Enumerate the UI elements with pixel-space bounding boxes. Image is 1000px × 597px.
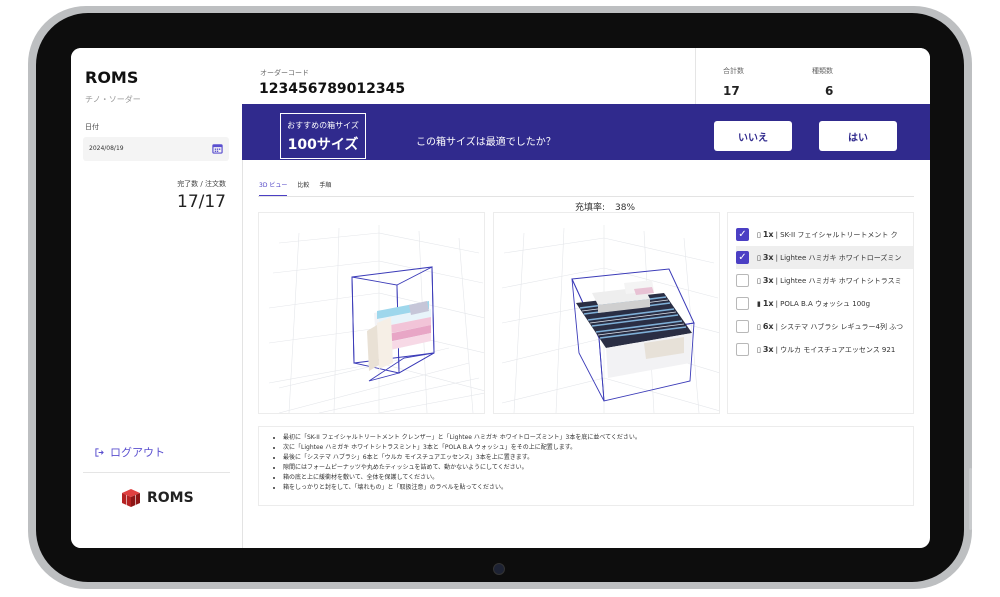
instruction-step: 箱の底と上に緩衝材を敷いて、全体を保護してください。: [283, 473, 903, 483]
feedback-question: この箱サイズは最適でしたか？: [416, 137, 556, 148]
kinds-value: 6: [825, 84, 834, 98]
footer-brand-label: ROMS: [147, 490, 194, 506]
instruction-step: 箱をしっかりと封をして、「壊れもの」と「取扱注意」のラベルを貼ってください。: [283, 483, 903, 493]
no-button[interactable]: いいえ: [714, 121, 792, 151]
item-checkbox[interactable]: [736, 343, 749, 356]
item-name: | SK-II フェイシャルトリートメント ク: [775, 230, 898, 239]
item-name: | Lightee ハミガキ ホワイトシトラスミ: [775, 276, 902, 285]
sidebar: ROMS チノ・ソーダー 日付 2024/08/19 完了数 / 注文数 17/…: [71, 48, 243, 548]
app-subtitle: チノ・ソーダー: [85, 95, 141, 104]
3d-view-panel-after[interactable]: [493, 212, 720, 414]
item-name: | ウルカ モイスチュアエッセンス 921: [775, 345, 896, 354]
item-qty: 3x: [762, 276, 774, 285]
list-item[interactable]: ✓ ▯ 1x | SK-II フェイシャルトリートメント ク: [736, 223, 913, 246]
side-button: [969, 468, 972, 530]
tab-steps[interactable]: 手順: [319, 180, 331, 196]
item-checkbox[interactable]: [736, 274, 749, 287]
item-checkbox[interactable]: [736, 320, 749, 333]
instruction-step: 最後に「システマ ハブラシ」6本と「ウルカ モイスチュアエッセンス」3本を上に置…: [283, 453, 903, 463]
completed-label: 完了数 / 注文数: [177, 180, 226, 188]
sidebar-divider: [83, 472, 230, 473]
order-code-label: オーダーコード: [260, 69, 309, 77]
item-name: | システマ ハブラシ レギュラー4列 ふつ: [775, 322, 904, 331]
3d-view-panel-before[interactable]: [258, 212, 485, 414]
item-qty: 1x: [762, 230, 774, 239]
kinds-label: 種類数: [812, 67, 833, 75]
item-marker: ▯: [757, 276, 761, 285]
item-checkbox[interactable]: ✓: [736, 228, 749, 241]
3d-box-view-before[interactable]: [259, 213, 485, 414]
tab-compare[interactable]: 比較: [297, 180, 309, 196]
item-marker: ▯: [757, 322, 761, 331]
recommended-box-size: おすすめの箱サイズ 100サイズ: [280, 113, 366, 159]
total-value: 17: [723, 84, 740, 98]
list-item[interactable]: ▯ 6x | システマ ハブラシ レギュラー4列 ふつ: [736, 315, 913, 338]
list-item[interactable]: ▮ 1x | POLA B.A ウォッシュ 100g: [736, 292, 913, 315]
yes-button[interactable]: はい: [819, 121, 897, 151]
tabs-divider: [258, 196, 914, 197]
item-name: | POLA B.A ウォッシュ 100g: [775, 299, 871, 308]
instruction-step: 最初に「SK-II フェイシャルトリートメント クレンザー」と「Lightee …: [283, 433, 903, 443]
3d-box-view-after[interactable]: [494, 213, 720, 414]
box-logo-icon: [122, 489, 140, 507]
instruction-step: 隙間にはフォームピーナッツや丸めたティッシュを詰めて、動かないようにしてください…: [283, 463, 903, 473]
item-marker: ▯: [757, 345, 761, 354]
item-qty: 3x: [762, 345, 774, 354]
app-screen: ROMS チノ・ソーダー 日付 2024/08/19 完了数 / 注文数 17/…: [71, 48, 930, 548]
list-item[interactable]: ▯ 3x | ウルカ モイスチュアエッセンス 921: [736, 338, 913, 361]
list-item[interactable]: ✓ ▯ 3x | Lightee ハミガキ ホワイトローズミン: [736, 246, 913, 269]
recommend-label: おすすめの箱サイズ: [287, 121, 359, 130]
camera-icon: [493, 563, 505, 575]
item-qty: 6x: [762, 322, 774, 331]
list-item[interactable]: ▯ 3x | Lightee ハミガキ ホワイトシトラスミ: [736, 269, 913, 292]
app-title: ROMS: [85, 68, 139, 87]
item-qty: 1x: [762, 299, 774, 308]
item-marker: ▯: [757, 253, 761, 262]
logout-icon: [95, 447, 104, 457]
calendar-icon[interactable]: [212, 143, 223, 154]
view-tabs: 3D ビュー 比較 手順: [259, 180, 331, 196]
order-header: オーダーコード 123456789012345 合計数 17 種類数 6: [242, 48, 930, 104]
logout-label: ログアウト: [110, 446, 165, 459]
item-checkbox[interactable]: ✓: [736, 251, 749, 264]
header-divider: [695, 48, 696, 104]
item-checkbox[interactable]: [736, 297, 749, 310]
tab-3d-view[interactable]: 3D ビュー: [259, 180, 288, 196]
packing-instructions: 最初に「SK-II フェイシャルトリートメント クレンザー」と「Lightee …: [258, 426, 914, 506]
item-qty: 3x: [762, 253, 774, 262]
item-name: | Lightee ハミガキ ホワイトローズミン: [775, 253, 902, 262]
item-checklist: ✓ ▯ 1x | SK-II フェイシャルトリートメント ク ✓ ▯ 3x | …: [727, 212, 914, 414]
footer-brand: ROMS: [121, 488, 194, 508]
instruction-step: 次に「Lightee ハミガキ ホワイトシトラスミント」3本と「POLA B.A…: [283, 443, 903, 453]
order-code: 123456789012345: [259, 81, 406, 97]
recommend-size: 100サイズ: [287, 137, 359, 153]
total-label: 合計数: [723, 67, 744, 75]
item-marker: ▯: [757, 230, 761, 239]
date-label: 日付: [85, 123, 99, 131]
date-field[interactable]: 2024/08/19: [83, 137, 229, 161]
completed-value: 17/17: [177, 192, 226, 212]
date-value: 2024/08/19: [89, 145, 124, 152]
item-marker: ▮: [757, 299, 761, 308]
logout-button[interactable]: ログアウト: [95, 444, 165, 460]
recommendation-banner: おすすめの箱サイズ 100サイズ この箱サイズは最適でしたか？ いいえ はい: [242, 104, 930, 160]
